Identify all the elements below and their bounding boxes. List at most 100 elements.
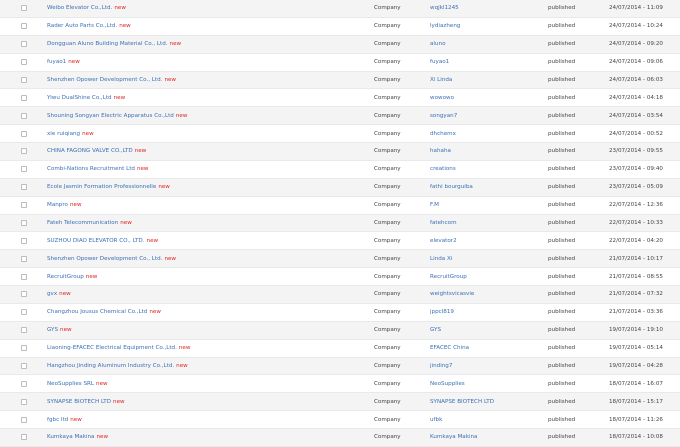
author-link[interactable]: GYS: [430, 327, 441, 333]
content-title-link[interactable]: Yiwu DualShine Co.,Ltd: [47, 95, 112, 101]
row-checkbox[interactable]: [21, 184, 27, 191]
author-link[interactable]: elevator2: [430, 238, 457, 244]
content-title-link[interactable]: Shenzhen Opower Development Co., Ltd.: [47, 77, 162, 83]
author-link[interactable]: EFACEC China: [430, 345, 469, 351]
author-link[interactable]: Linda Xi: [430, 256, 452, 262]
row-checkbox[interactable]: [21, 362, 27, 369]
row-checkbox[interactable]: [21, 327, 27, 334]
content-title-link[interactable]: CHINA FAGONG VALVE CO.,LTD: [47, 148, 133, 154]
row-checkbox[interactable]: [21, 5, 27, 12]
content-title-link[interactable]: fuyao1: [47, 59, 66, 65]
new-marker: new: [113, 94, 126, 101]
row-checkbox[interactable]: [21, 380, 27, 387]
content-type: Company: [374, 196, 430, 215]
author-link[interactable]: creations: [430, 166, 456, 172]
author-link[interactable]: hahaha: [430, 148, 451, 154]
content-type: Company: [374, 106, 430, 126]
row-checkbox[interactable]: [21, 94, 27, 101]
row-checkbox[interactable]: [21, 23, 27, 30]
author-link[interactable]: lydiazheng: [430, 23, 460, 29]
row-select-cell: [0, 178, 47, 197]
row-checkbox[interactable]: [21, 255, 27, 262]
row-checkbox[interactable]: [21, 309, 27, 316]
author-link[interactable]: songyan7: [430, 113, 457, 119]
row-checkbox[interactable]: [21, 76, 27, 83]
content-title-link[interactable]: Manpro: [47, 202, 68, 208]
content-title-link[interactable]: Shouning Songyan Electric Apparatus Co.,…: [47, 113, 174, 119]
content-type: Company: [374, 249, 430, 269]
row-checkbox[interactable]: [21, 291, 27, 298]
author-link[interactable]: jppcl819: [430, 309, 454, 315]
row-checkbox[interactable]: [21, 434, 27, 441]
content-title-link[interactable]: Fateh Telecommunication: [47, 220, 118, 226]
content-type: Company: [374, 178, 430, 197]
row-checkbox[interactable]: [21, 237, 27, 244]
title-cell: fgbc ltd new: [47, 410, 374, 429]
content-title-link[interactable]: Dongguan Aluno Building Material Co., Lt…: [47, 41, 168, 47]
row-checkbox[interactable]: [21, 41, 27, 48]
content-title-link[interactable]: GYS: [47, 327, 58, 333]
title-cell: Yiwu DualShine Co.,Ltd new: [47, 88, 374, 108]
row-checkbox[interactable]: [21, 219, 27, 226]
author-link[interactable]: weightsvicasvie: [430, 291, 474, 297]
status-cell: published: [548, 160, 609, 179]
updated-date: 24/07/2014 - 04:18: [609, 88, 680, 108]
content-title-link[interactable]: SYNAPSE BIOTECH LTD: [47, 399, 111, 405]
content-title-link[interactable]: Hangzhou Jinding Aluminum Industry Co.,L…: [47, 363, 174, 369]
table-row: Shenzhen Opower Development Co., Ltd. new…: [0, 71, 680, 90]
content-title-link[interactable]: Ecole Jasmin Formation Professionnelle: [47, 184, 156, 190]
row-checkbox[interactable]: [21, 148, 27, 155]
row-checkbox[interactable]: [21, 59, 27, 66]
content-title-link[interactable]: xie ruiqiang: [47, 131, 80, 137]
author-link[interactable]: aluno: [430, 41, 446, 47]
author-link[interactable]: NeoSupplies: [430, 381, 465, 387]
row-checkbox[interactable]: [21, 130, 27, 137]
author-cell: SYNAPSE BIOTECH LTD: [430, 392, 548, 412]
table-row: NeoSupplies SRL new Company NeoSupplies p…: [0, 374, 680, 394]
content-title-link[interactable]: Weibo Elevator Co.,Ltd.: [47, 5, 112, 11]
author-link[interactable]: Xi Linda: [430, 77, 452, 83]
title-cell: Shenzhen Opower Development Co., Ltd. new: [47, 249, 374, 269]
content-title-link[interactable]: Shenzhen Opower Development Co., Ltd.: [47, 256, 162, 262]
row-checkbox[interactable]: [21, 112, 27, 119]
table-row: Weibo Elevator Co.,Ltd. new Company wqjkl…: [0, 0, 680, 18]
content-title-link[interactable]: SUZHOU DIAO ELEVATOR CO., LTD.: [47, 238, 145, 244]
author-link[interactable]: wqjkl1245: [430, 5, 459, 11]
table-row: xie ruiqiang new Company dhchemx publishe…: [0, 124, 680, 143]
content-type: Company: [374, 142, 430, 161]
author-cell: weightsvicasvie: [430, 285, 548, 304]
content-title-link[interactable]: Combi-Nations Recruitment Ltd: [47, 166, 135, 172]
content-title-link[interactable]: gvx: [47, 291, 57, 297]
row-checkbox[interactable]: [21, 345, 27, 352]
author-link[interactable]: dhchemx: [430, 131, 456, 137]
updated-date: 22/07/2014 - 12:36: [609, 196, 680, 215]
new-marker: new: [119, 23, 131, 30]
title-cell: Manpro new: [47, 196, 374, 215]
content-title-link[interactable]: Liaoning-EFACEC Electrical Equipment Co.…: [47, 345, 177, 351]
content-title-link[interactable]: NeoSupplies SRL: [47, 381, 94, 387]
author-link[interactable]: fathi bourguiba: [430, 184, 473, 190]
author-link[interactable]: RecruitGroup: [430, 274, 467, 280]
row-checkbox[interactable]: [21, 166, 27, 173]
author-link[interactable]: jinding7: [430, 363, 452, 369]
content-title-link[interactable]: Changzhou Jousus Chemical Co.,Ltd: [47, 309, 147, 315]
new-marker: new: [60, 327, 72, 334]
row-select-cell: [0, 410, 47, 429]
row-checkbox[interactable]: [21, 398, 27, 405]
author-link[interactable]: SYNAPSE BIOTECH LTD: [430, 399, 494, 405]
row-checkbox[interactable]: [21, 273, 27, 280]
author-link[interactable]: F.M: [430, 202, 439, 208]
author-link[interactable]: fatehcom: [430, 220, 457, 226]
new-marker: new: [158, 184, 170, 191]
author-link[interactable]: Kumkaya Makina: [430, 434, 478, 440]
author-link[interactable]: wowowo: [430, 95, 454, 101]
content-title-link[interactable]: Rader Auto Parts Co.,Ltd.: [47, 23, 117, 29]
updated-date: 19/07/2014 - 19:10: [609, 321, 680, 340]
table-row: Hangzhou Jinding Aluminum Industry Co.,L…: [0, 357, 680, 376]
content-title-link[interactable]: Kumkaya Makina: [47, 434, 95, 440]
content-title-link[interactable]: RecruitGroup: [47, 274, 84, 280]
row-select-cell: [0, 285, 47, 304]
author-link[interactable]: fuyao1: [430, 59, 449, 65]
row-checkbox[interactable]: [21, 202, 27, 209]
author-cell: aluno: [430, 35, 548, 54]
